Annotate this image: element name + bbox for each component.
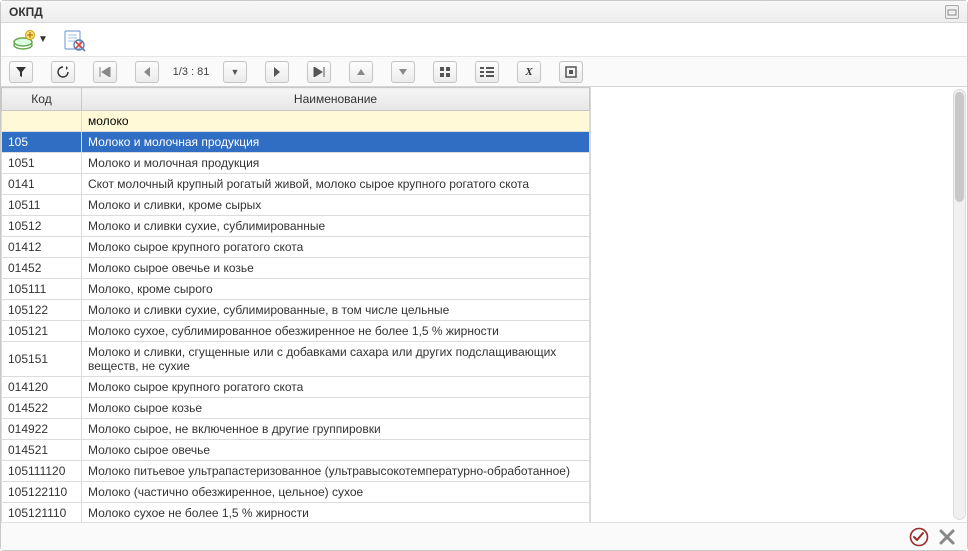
primary-toolbar: ▼ <box>1 23 967 57</box>
select-button[interactable] <box>559 61 583 83</box>
cell-code: 10511 <box>2 195 82 216</box>
dropdown-arrow-icon: ▼ <box>38 34 48 45</box>
table-row[interactable]: 014120Молоко сырое крупного рогатого ско… <box>2 377 590 398</box>
cell-code: 1051 <box>2 153 82 174</box>
cell-name: Молоко и сливки, сгущенные или с добавка… <box>82 342 590 377</box>
cell-code: 105111120 <box>2 461 82 482</box>
detail-panel <box>591 87 967 522</box>
titlebar: ОКПД <box>1 1 967 23</box>
cell-code: 10512 <box>2 216 82 237</box>
grid-view-button[interactable] <box>433 61 457 83</box>
grid-wrap: Код Наименование 105Молоко и молочная пр… <box>1 87 591 522</box>
cell-code: 105121110 <box>2 503 82 523</box>
columns-button[interactable] <box>475 61 499 83</box>
prev-page-button[interactable] <box>135 61 159 83</box>
cell-code: 01412 <box>2 237 82 258</box>
cell-code: 105122 <box>2 300 82 321</box>
cell-name: Молоко сухое не более 1,5 % жирности <box>82 503 590 523</box>
export-excel-button[interactable]: X <box>517 61 541 83</box>
cell-name: Молоко и сливки сухие, сублимированные <box>82 216 590 237</box>
cell-code: 105151 <box>2 342 82 377</box>
cancel-button[interactable] <box>937 527 957 547</box>
scrollbar-thumb[interactable] <box>955 92 964 202</box>
table-row[interactable]: 105122Молоко и сливки сухие, сублимирова… <box>2 300 590 321</box>
table-row[interactable]: 10511Молоко и сливки, кроме сырых <box>2 195 590 216</box>
table-row[interactable]: 014521Молоко сырое овечье <box>2 440 590 461</box>
filter-button[interactable] <box>9 61 33 83</box>
cell-name: Молоко сырое крупного рогатого скота <box>82 237 590 258</box>
clear-filter-button[interactable] <box>59 25 89 55</box>
cell-name: Молоко сырое овечье <box>82 440 590 461</box>
pager-label: 1/3 : 81 <box>165 66 217 78</box>
cell-name: Молоко (частично обезжиренное, цельное) … <box>82 482 590 503</box>
table-row[interactable]: 105121110Молоко сухое не более 1,5 % жир… <box>2 503 590 523</box>
minimize-button[interactable] <box>945 5 959 19</box>
pager-dropdown-button[interactable]: ▼ <box>223 61 247 83</box>
content-area: Код Наименование 105Молоко и молочная пр… <box>1 87 967 522</box>
cell-code: 105122110 <box>2 482 82 503</box>
filter-row <box>2 111 590 132</box>
cell-code: 014522 <box>2 398 82 419</box>
table-row[interactable]: 105122110Молоко (частично обезжиренное, … <box>2 482 590 503</box>
cell-name: Молоко сырое козье <box>82 398 590 419</box>
table-row[interactable]: 1051Молоко и молочная продукция <box>2 153 590 174</box>
results-table: Код Наименование 105Молоко и молочная пр… <box>1 87 590 522</box>
cell-name: Молоко и сливки, кроме сырых <box>82 195 590 216</box>
cell-name: Молоко сырое овечье и козье <box>82 258 590 279</box>
cell-code: 014922 <box>2 419 82 440</box>
cell-code: 105111 <box>2 279 82 300</box>
table-row[interactable]: 01452Молоко сырое овечье и козье <box>2 258 590 279</box>
table-row[interactable]: 105111Молоко, кроме сырого <box>2 279 590 300</box>
cell-name: Молоко и молочная продукция <box>82 132 590 153</box>
table-row[interactable]: 105111120Молоко питьевое ультрапастеризо… <box>2 461 590 482</box>
table-row[interactable]: 10512Молоко и сливки сухие, сублимирован… <box>2 216 590 237</box>
column-header-name[interactable]: Наименование <box>82 88 590 111</box>
filter-code-input[interactable] <box>2 111 81 131</box>
table-row[interactable]: 014522Молоко сырое козье <box>2 398 590 419</box>
window-title: ОКПД <box>9 5 43 19</box>
cell-code: 0141 <box>2 174 82 195</box>
confirm-button[interactable] <box>909 527 929 547</box>
cell-name: Молоко сухое, сублимированное обезжиренн… <box>82 321 590 342</box>
vertical-scrollbar[interactable] <box>953 89 966 520</box>
chevron-down-icon: ▼ <box>231 67 240 77</box>
sort-asc-button[interactable] <box>349 61 373 83</box>
refresh-button[interactable] <box>51 61 75 83</box>
table-row[interactable]: 0141Скот молочный крупный рогатый живой,… <box>2 174 590 195</box>
cell-name: Скот молочный крупный рогатый живой, мол… <box>82 174 590 195</box>
cell-name: Молоко, кроме сырого <box>82 279 590 300</box>
column-header-code[interactable]: Код <box>2 88 82 111</box>
table-row[interactable]: 105121Молоко сухое, сублимированное обез… <box>2 321 590 342</box>
next-page-button[interactable] <box>265 61 289 83</box>
navigation-toolbar: 1/3 : 81 ▼ X <box>1 57 967 87</box>
cell-code: 105121 <box>2 321 82 342</box>
table-row[interactable]: 105Молоко и молочная продукция <box>2 132 590 153</box>
table-row[interactable]: 105151Молоко и сливки, сгущенные или с д… <box>2 342 590 377</box>
cell-code: 105 <box>2 132 82 153</box>
cell-code: 014521 <box>2 440 82 461</box>
table-row[interactable]: 01412Молоко сырое крупного рогатого скот… <box>2 237 590 258</box>
last-page-button[interactable] <box>307 61 331 83</box>
sort-desc-button[interactable] <box>391 61 415 83</box>
cell-name: Молоко сырое крупного рогатого скота <box>82 377 590 398</box>
cell-name: Молоко и молочная продукция <box>82 153 590 174</box>
cell-name: Молоко сырое, не включенное в другие гру… <box>82 419 590 440</box>
add-record-button[interactable]: ▼ <box>9 25 51 55</box>
cell-name: Молоко и сливки сухие, сублимированные, … <box>82 300 590 321</box>
table-row[interactable]: 014922Молоко сырое, не включенное в друг… <box>2 419 590 440</box>
first-page-button[interactable] <box>93 61 117 83</box>
cell-code: 01452 <box>2 258 82 279</box>
cell-code: 014120 <box>2 377 82 398</box>
cell-name: Молоко питьевое ультрапастеризованное (у… <box>82 461 590 482</box>
footer-bar <box>1 522 967 550</box>
filter-name-input[interactable] <box>82 111 589 131</box>
